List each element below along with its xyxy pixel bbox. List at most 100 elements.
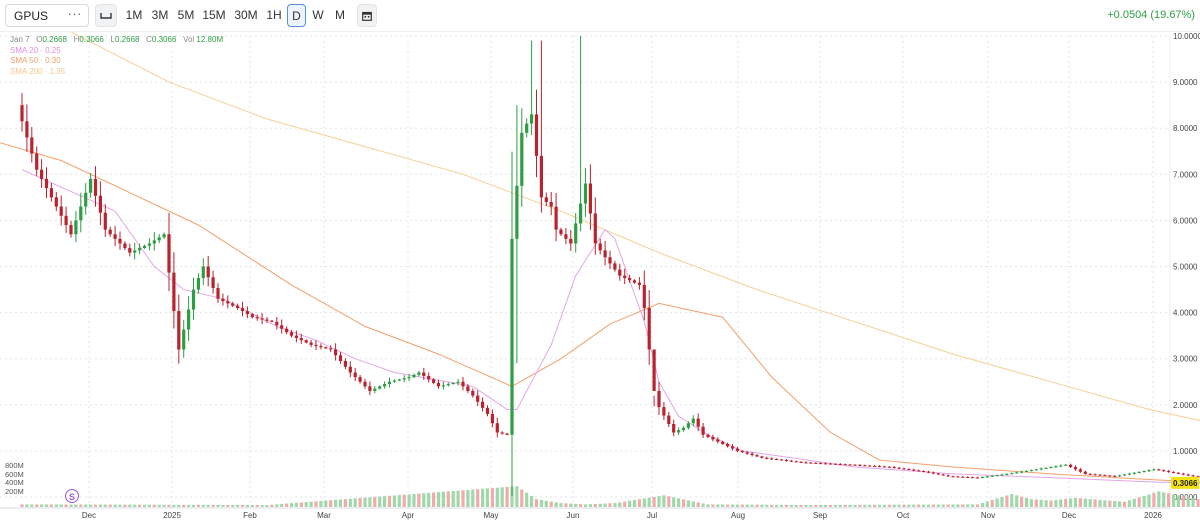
last-price-label: 0.3066	[1173, 479, 1198, 488]
y-tick-label: 7.0000	[1173, 170, 1198, 179]
volume-bar	[25, 504, 29, 507]
volume-bar	[971, 504, 975, 507]
candle-body	[941, 474, 945, 476]
volume-bar	[726, 504, 730, 507]
volume-bar	[1034, 499, 1038, 507]
candle-body	[1176, 472, 1180, 474]
candle-body	[142, 245, 147, 249]
volume-bar	[917, 504, 921, 507]
candle-body	[843, 464, 847, 466]
candle-body	[69, 225, 73, 235]
volume-bar	[838, 504, 842, 507]
symbol-input[interactable]: GPUS ···	[5, 4, 89, 27]
candle-body	[819, 463, 823, 465]
candle-body	[1034, 469, 1038, 471]
volume-bar	[103, 504, 107, 507]
volume-bar	[304, 502, 308, 507]
candle-body	[838, 464, 842, 466]
volume-bar	[740, 504, 744, 507]
candle-body	[598, 243, 602, 251]
volume-axis: 800M 600M 400M 200M	[5, 461, 24, 496]
candle-body	[84, 192, 88, 207]
candle-body	[348, 366, 352, 373]
calendar-icon[interactable]	[357, 4, 377, 27]
candle-body	[280, 325, 284, 329]
interval-w-button[interactable]: W	[309, 4, 327, 27]
volume-bar	[922, 504, 926, 507]
candle-body	[735, 448, 739, 451]
candle-body	[304, 340, 308, 343]
interval-3m-button[interactable]: 3M	[150, 4, 170, 27]
candle-body	[1127, 473, 1131, 475]
interval-1h-button[interactable]: 1H	[265, 4, 283, 27]
interval-m-button[interactable]: M	[331, 4, 349, 27]
candle-body	[201, 266, 205, 279]
candle-body	[64, 215, 68, 226]
volume-bar	[637, 499, 641, 507]
candle-body	[975, 477, 980, 479]
volume-bar	[44, 504, 49, 507]
candle-body	[740, 450, 744, 453]
price-chart[interactable]: 10.0000 9.0000 8.0000 7.0000 6.0000 5.0000 4.0…	[0, 32, 1200, 525]
volume-bar	[191, 504, 196, 507]
volume-bar	[1059, 499, 1063, 507]
volume-bar	[686, 500, 690, 507]
interval-15m-button[interactable]: 15M	[202, 4, 226, 27]
candle-body	[157, 237, 161, 241]
candle-body	[275, 321, 279, 326]
ellipsis-icon[interactable]: ···	[68, 6, 83, 21]
volume-bar	[691, 501, 695, 507]
interval-30m-button[interactable]: 30M	[233, 4, 259, 27]
candle-body	[368, 386, 372, 391]
volume-bar	[907, 504, 911, 507]
volume-bar	[946, 504, 950, 507]
candle-icon[interactable]	[95, 4, 117, 27]
candle-body	[623, 275, 627, 279]
candle-body	[1113, 475, 1117, 477]
volume-bar	[285, 503, 289, 507]
candle-body	[485, 407, 490, 415]
volume-bar	[412, 493, 416, 507]
volume-bar	[1186, 497, 1190, 507]
candle-body	[1010, 473, 1014, 475]
candle-body	[196, 278, 200, 290]
interval-5m-button[interactable]: 5M	[176, 4, 196, 27]
volume-bar	[1010, 494, 1014, 507]
candle-body	[334, 349, 338, 356]
interval-d-button[interactable]: D	[287, 4, 306, 27]
candle-body	[187, 309, 191, 330]
volume-bar	[167, 504, 171, 507]
candle-body	[833, 463, 837, 465]
volume-bar	[892, 504, 896, 507]
volume-bar	[735, 504, 739, 507]
volume-bar	[912, 504, 916, 507]
volume-bar	[133, 504, 137, 507]
candle-body	[794, 461, 798, 463]
candle-body	[539, 155, 543, 198]
candle-body	[407, 377, 411, 379]
candle-body	[706, 434, 710, 438]
candle-body	[245, 311, 249, 315]
interval-1m-button[interactable]: 1M	[124, 4, 144, 27]
candle-body	[236, 305, 240, 308]
volume-bar	[211, 504, 215, 507]
y-tick-label: 3.0000	[1173, 355, 1198, 364]
candle-body	[848, 464, 852, 466]
y-tick-label: 5.0000	[1173, 263, 1198, 272]
candle-body	[1044, 467, 1048, 469]
volume-bar	[138, 504, 142, 507]
candle-body	[828, 463, 833, 465]
volume-bar	[515, 486, 519, 507]
volume-bar	[966, 504, 970, 507]
candle-body	[387, 381, 392, 385]
candle-body	[530, 114, 534, 124]
candle-body	[966, 476, 970, 478]
candle-body	[167, 234, 171, 273]
volume-bar	[128, 504, 132, 507]
volume-bar	[647, 497, 651, 507]
volume-bar	[49, 504, 53, 507]
candle-body	[799, 461, 803, 463]
volume-bar	[20, 504, 24, 507]
volume-bar	[814, 505, 818, 507]
volume-bar	[432, 492, 436, 507]
